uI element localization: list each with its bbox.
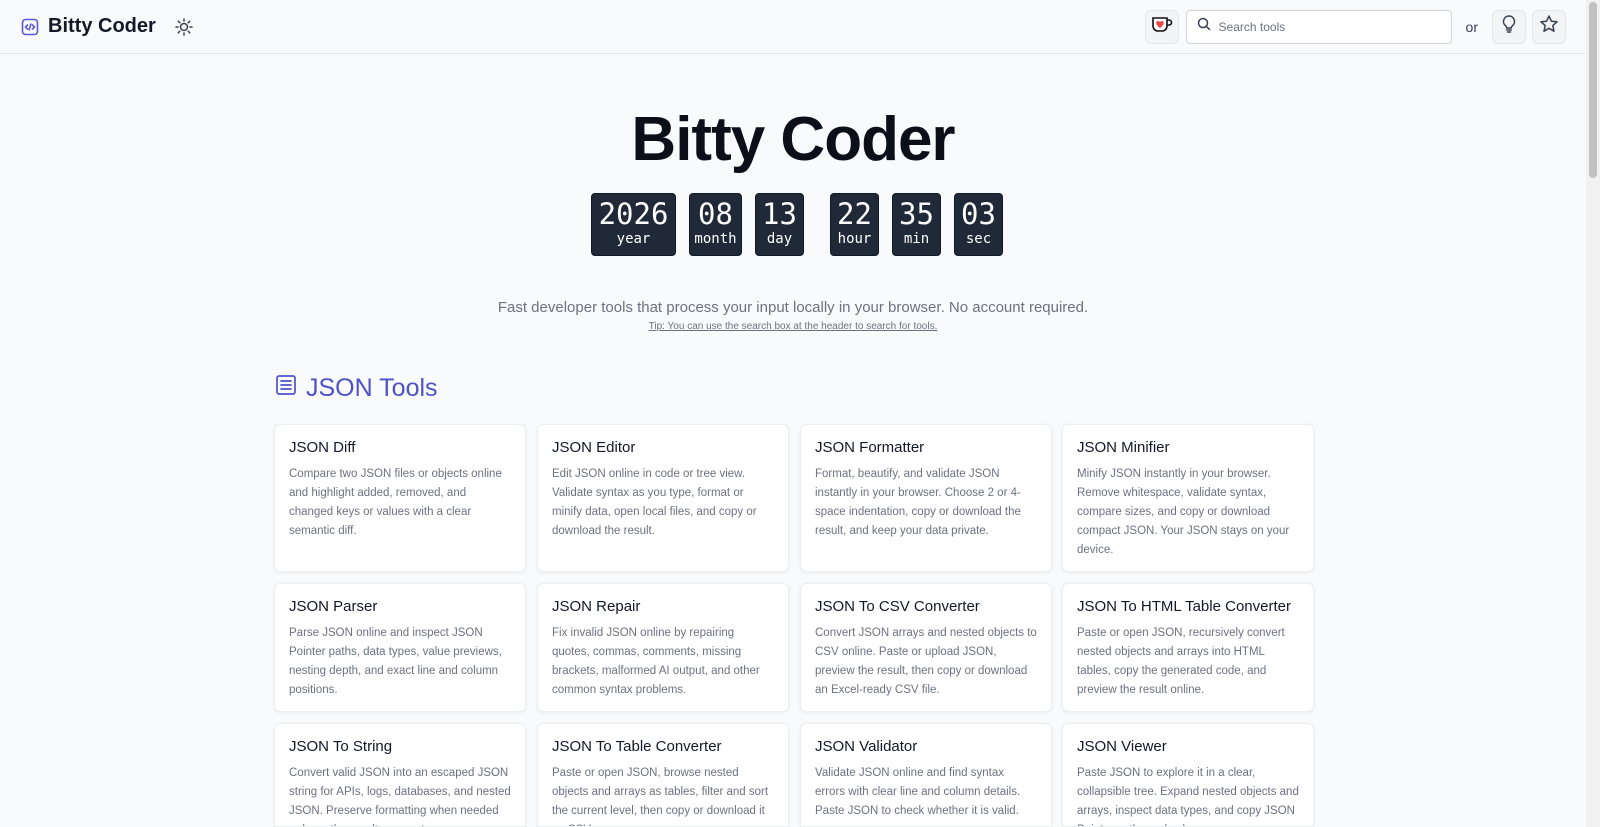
tool-card-title: JSON Repair <box>552 598 641 615</box>
tool-card-description: Validate JSON online and find syntax err… <box>815 767 1021 817</box>
hero-subtitle: Fast developer tools that process your i… <box>497 299 1089 316</box>
clock-second: 03 sec <box>954 193 1003 256</box>
coffee-cup-heart-icon <box>1151 15 1173 38</box>
tool-card-description: Paste JSON to explore it in a clear, col… <box>1077 767 1299 826</box>
code-logo-icon[interactable] <box>20 17 40 37</box>
tool-card[interactable]: JSON To CSV Converter Convert JSON array… <box>800 583 1052 712</box>
search-input[interactable] <box>1218 19 1439 34</box>
clock-unit: sec <box>965 231 992 247</box>
tool-card[interactable]: JSON Formatter Format, beautify, and val… <box>800 424 1052 572</box>
tool-card-description: Minify JSON instantly in your browser. R… <box>1077 468 1290 556</box>
tool-card-description: Convert JSON arrays and nested objects t… <box>815 627 1037 696</box>
scrollbar-thumb[interactable] <box>1589 2 1597 178</box>
or-label: or <box>1465 18 1478 35</box>
clock-unit: year <box>616 231 651 247</box>
tool-card[interactable]: JSON Repair Fix invalid JSON online by r… <box>537 583 789 712</box>
tool-card-title: JSON Editor <box>552 439 636 456</box>
tool-card[interactable]: JSON Editor Edit JSON online in code or … <box>537 424 789 572</box>
favorites-button[interactable] <box>1532 9 1566 44</box>
document-list-icon <box>274 373 298 404</box>
tool-card-description: Convert valid JSON into an escaped JSON … <box>289 767 511 826</box>
tool-card-description: Format, beautify, and validate JSON inst… <box>815 468 1021 537</box>
search-box[interactable] <box>1185 9 1452 44</box>
tool-card-title: JSON Formatter <box>815 439 925 456</box>
tool-card-description: Fix invalid JSON online by repairing quo… <box>552 627 760 696</box>
clock-value: 13 <box>762 197 797 231</box>
lightbulb-icon <box>1500 14 1518 39</box>
date-time-clock: 2026 year 08 month 13 day 22 hour 35 min… <box>591 193 1016 256</box>
page-scrollbar[interactable] <box>1586 0 1600 827</box>
brand-name[interactable]: Bitty Coder <box>48 15 156 38</box>
tool-card-title: JSON To String <box>289 738 393 755</box>
clock-value: 2026 <box>598 197 669 231</box>
clock-hour: 22 hour <box>830 193 879 256</box>
section-heading: JSON Tools <box>274 373 438 404</box>
clock-value: 08 <box>698 197 733 231</box>
tool-card[interactable]: JSON To Table Converter Paste or open JS… <box>537 723 789 827</box>
tool-card[interactable]: JSON Validator Validate JSON online and … <box>800 723 1052 827</box>
sun-icon[interactable] <box>172 15 196 39</box>
clock-day: 13 day <box>755 193 804 256</box>
clock-value: 03 <box>961 197 996 231</box>
tool-card-description: Paste or open JSON, recursively convert … <box>1077 627 1285 696</box>
clock-unit: month <box>694 231 737 247</box>
tool-card-title: JSON Validator <box>815 738 918 755</box>
tool-card-description: Paste or open JSON, browse nested object… <box>552 767 769 826</box>
clock-minute: 35 min <box>892 193 941 256</box>
clock-value: 22 <box>837 197 872 231</box>
clock-month: 08 month <box>689 193 742 256</box>
search-icon <box>1197 17 1211 36</box>
section-title: JSON Tools <box>306 374 438 402</box>
tool-card-title: JSON Viewer <box>1077 738 1167 755</box>
tool-card[interactable]: JSON Diff Compare two JSON files or obje… <box>274 424 526 572</box>
search-tip-link[interactable]: Tip: You can use the search box at the h… <box>0 321 1586 332</box>
hero-title: Bitty Coder <box>631 105 955 174</box>
suggest-idea-button[interactable] <box>1492 9 1526 44</box>
star-icon <box>1539 14 1559 39</box>
tool-card[interactable]: JSON Viewer Paste JSON to explore it in … <box>1062 723 1314 827</box>
clock-year: 2026 year <box>591 193 676 256</box>
tool-card[interactable]: JSON To String Convert valid JSON into a… <box>274 723 526 827</box>
coffee-cup-heart-button[interactable] <box>1144 9 1179 44</box>
top-header: Bitty Coder or <box>0 0 1586 54</box>
tool-card-description: Edit JSON online in code or tree view. V… <box>552 468 757 537</box>
tool-card-title: JSON To CSV Converter <box>815 598 980 615</box>
tool-card-title: JSON To HTML Table Converter <box>1077 598 1291 615</box>
tool-card-description: Compare two JSON files or objects online… <box>289 468 502 537</box>
tool-card[interactable]: JSON Minifier Minify JSON instantly in y… <box>1062 424 1314 572</box>
tool-card-title: JSON To Table Converter <box>552 738 722 755</box>
clock-unit: min <box>903 231 930 247</box>
tool-card[interactable]: JSON Parser Parse JSON online and inspec… <box>274 583 526 712</box>
tool-card-title: JSON Diff <box>289 439 356 456</box>
tool-card-description: Parse JSON online and inspect JSON Point… <box>289 627 502 696</box>
tool-card-title: JSON Parser <box>289 598 378 615</box>
tool-card-title: JSON Minifier <box>1077 439 1170 456</box>
clock-value: 35 <box>899 197 934 231</box>
clock-unit: day <box>766 231 793 247</box>
clock-unit: hour <box>837 231 872 247</box>
tool-card[interactable]: JSON To HTML Table Converter Paste or op… <box>1062 583 1314 712</box>
